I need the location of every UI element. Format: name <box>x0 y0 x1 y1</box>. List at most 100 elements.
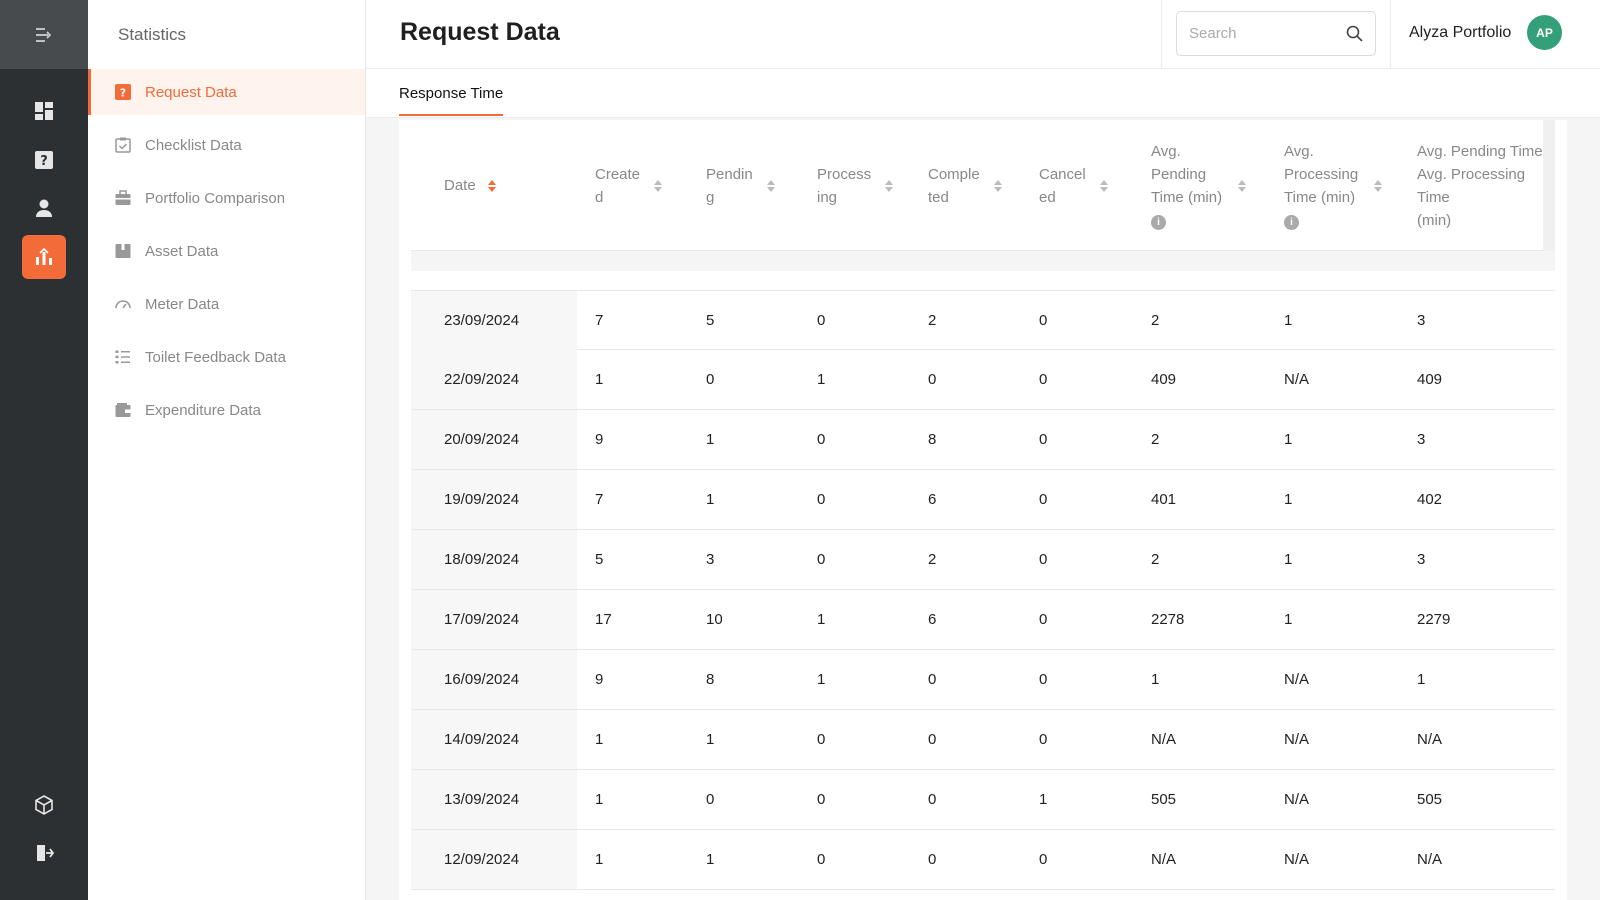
user-name[interactable]: Alyza Portfolio <box>1409 24 1511 42</box>
cell-pending: 0 <box>706 791 715 808</box>
cell-created: 9 <box>595 431 604 448</box>
cell-completed: 0 <box>928 731 937 748</box>
cell-created: 7 <box>595 312 604 329</box>
sidebar-item-portfolio-comparison[interactable]: Portfolio Comparison <box>88 175 365 221</box>
horizontal-scroll-area[interactable] <box>1543 120 1555 264</box>
sort-icon[interactable] <box>654 179 663 192</box>
sort-icon[interactable] <box>487 179 496 192</box>
icon-rail: ? <box>0 0 88 900</box>
cell-canceled: 0 <box>1039 491 1048 508</box>
tab-response-time[interactable]: Response Time <box>399 85 504 116</box>
info-icon[interactable]: i <box>1151 214 1166 230</box>
header-divider <box>1161 0 1162 69</box>
svg-text:?: ? <box>40 154 48 169</box>
statistics-sidebar: Statistics ? Request Data Checklist Data… <box>88 0 366 900</box>
column-header-canceled[interactable]: Cancel ed <box>1039 120 1108 250</box>
list-icon <box>114 348 132 366</box>
data-table: Date Create d Pendin g Process ing Compl… <box>399 120 1567 900</box>
sort-icon[interactable] <box>993 179 1002 192</box>
column-header-created[interactable]: Create d <box>595 120 663 250</box>
cell-created: 9 <box>595 671 604 688</box>
cell-pending: 1 <box>706 731 715 748</box>
svg-text:?: ? <box>120 87 126 100</box>
column-header-completed[interactable]: Comple ted <box>928 120 1002 250</box>
rail-package-button[interactable] <box>22 783 66 827</box>
cell-avg-total: 402 <box>1417 491 1443 508</box>
cell-pending: 3 <box>706 551 715 568</box>
cell-processing: 1 <box>817 611 826 628</box>
page-title: Request Data <box>400 18 560 46</box>
cell-processing: 0 <box>817 491 826 508</box>
column-header-avg-pending-time[interactable]: Avg. Pending Time (min) i <box>1151 120 1247 250</box>
sidebar-item-checklist-data[interactable]: Checklist Data <box>88 122 365 168</box>
sort-icon[interactable] <box>1099 179 1108 192</box>
rail-user-button[interactable] <box>22 186 66 230</box>
user-icon <box>36 199 52 217</box>
table-spacer <box>411 251 1555 271</box>
cell-date: 18/09/2024 <box>411 530 577 589</box>
column-header-date[interactable]: Date <box>444 120 496 250</box>
cell-created: 5 <box>595 551 604 568</box>
cell-avg-processing: 1 <box>1284 491 1293 508</box>
sidebar-item-label: Portfolio Comparison <box>145 189 286 207</box>
rail-request-button[interactable]: ? <box>22 138 66 182</box>
request-icon: ? <box>35 151 53 169</box>
avatar[interactable]: AP <box>1527 15 1562 50</box>
sort-icon[interactable] <box>1238 179 1247 192</box>
cell-pending: 5 <box>706 312 715 329</box>
cell-completed: 8 <box>928 431 937 448</box>
cell-canceled: 0 <box>1039 551 1048 568</box>
question-square-icon: ? <box>114 83 132 101</box>
cell-canceled: 0 <box>1039 671 1048 688</box>
cell-avg-total: 505 <box>1417 791 1443 808</box>
cell-avg-pending: N/A <box>1151 731 1177 748</box>
sidebar-item-label: Checklist Data <box>145 136 242 154</box>
search-box <box>1176 11 1376 56</box>
cell-date: 17/09/2024 <box>411 590 577 649</box>
sort-icon[interactable] <box>1374 179 1383 192</box>
search-icon[interactable] <box>1346 25 1363 42</box>
cell-date: 14/09/2024 <box>411 710 577 769</box>
rail-statistics-button[interactable] <box>22 235 66 279</box>
menu-expand-icon[interactable] <box>35 27 53 42</box>
sidebar-item-request-data[interactable]: ? Request Data <box>88 69 365 115</box>
cell-avg-processing: N/A <box>1284 731 1310 748</box>
cell-avg-processing: 1 <box>1284 431 1293 448</box>
sidebar-item-asset-data[interactable]: Asset Data <box>88 228 365 274</box>
sidebar-item-expenditure-data[interactable]: Expenditure Data <box>88 387 365 433</box>
cell-avg-processing: N/A <box>1284 851 1310 868</box>
cell-canceled: 0 <box>1039 431 1048 448</box>
table-body: 23/09/2024 7 5 0 2 0 2 1 3 22/09/2024 1 … <box>411 290 1555 890</box>
cell-avg-pending: 409 <box>1151 371 1177 388</box>
cell-processing: 0 <box>817 312 826 329</box>
cell-avg-total: N/A <box>1417 731 1443 748</box>
cell-avg-processing: 1 <box>1284 551 1293 568</box>
sidebar-item-label: Expenditure Data <box>145 401 261 419</box>
table-row: 17/09/2024 17 10 1 6 0 2278 1 2279 <box>411 590 1555 650</box>
cell-avg-processing: 1 <box>1284 312 1293 329</box>
column-header-processing[interactable]: Process ing <box>817 120 894 250</box>
cell-canceled: 1 <box>1039 791 1048 808</box>
sidebar-item-meter-data[interactable]: Meter Data <box>88 281 365 327</box>
table-row: 13/09/2024 1 0 0 0 1 505 N/A 505 <box>411 770 1555 830</box>
info-icon[interactable]: i <box>1284 214 1299 230</box>
cell-avg-total: 3 <box>1417 431 1426 448</box>
sidebar-title: Statistics <box>118 24 187 44</box>
rail-dashboard-button[interactable] <box>22 89 66 133</box>
dashboard-icon <box>35 102 53 120</box>
rail-logout-button[interactable] <box>22 831 66 875</box>
search-input[interactable] <box>1189 25 1346 42</box>
sidebar-item-toilet-feedback-data[interactable]: Toilet Feedback Data <box>88 334 365 380</box>
cell-completed: 0 <box>928 671 937 688</box>
sort-icon[interactable] <box>885 179 894 192</box>
cell-canceled: 0 <box>1039 312 1048 329</box>
column-header-pending[interactable]: Pendin g <box>706 120 775 250</box>
table-row: 19/09/2024 7 1 0 6 0 401 1 402 <box>411 470 1555 530</box>
cell-pending: 1 <box>706 491 715 508</box>
sort-icon[interactable] <box>766 179 775 192</box>
column-header-avg-processing-time[interactable]: Avg. Processing Time (min) i <box>1284 120 1383 250</box>
table-row: 23/09/2024 7 5 0 2 0 2 1 3 <box>411 290 1555 350</box>
cell-avg-pending: 2 <box>1151 312 1160 329</box>
cell-processing: 0 <box>817 431 826 448</box>
cell-created: 1 <box>595 371 604 388</box>
